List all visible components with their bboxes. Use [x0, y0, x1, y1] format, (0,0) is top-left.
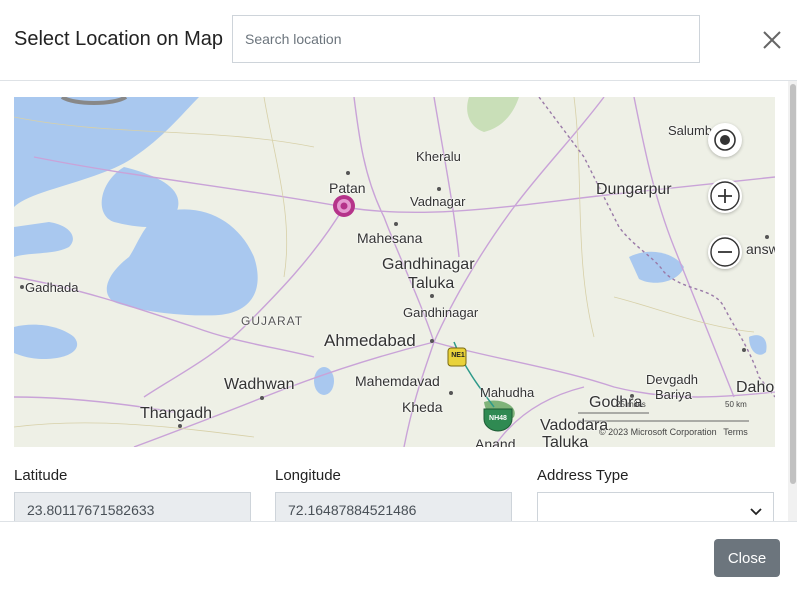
map-label-vadodara-taluka-line1: Vadodara: [540, 417, 609, 434]
map-label-dungarpur: Dungarpur: [596, 181, 672, 198]
map-label-gadhada: Gadhada: [25, 280, 79, 295]
map-label-kheda: Kheda: [402, 399, 443, 415]
modal-header: Select Location on Map: [0, 0, 797, 81]
map-view[interactable]: Salumb Kheralu Patan Vadnagar Dungarpur …: [14, 97, 775, 447]
locate-me-button[interactable]: [708, 123, 742, 157]
map-label-ahmedabad: Ahmedabad: [324, 331, 416, 350]
modal-footer: [0, 521, 797, 591]
scale-km: 50 km: [725, 400, 747, 409]
map-label-gandhinagar-taluka-line2: Taluka: [408, 275, 455, 292]
minus-icon: [710, 237, 740, 267]
latitude-label: Latitude: [14, 467, 68, 484]
map-label-vadnagar: Vadnagar: [410, 194, 466, 209]
map-label-wadhwan: Wadhwan: [224, 376, 295, 393]
zoom-in-button[interactable]: [708, 179, 742, 213]
map-label-patan: Patan: [329, 180, 366, 196]
map-label-dahod: Dahod: [736, 379, 775, 396]
map-label-kheralu: Kheralu: [416, 149, 461, 164]
nh48-shield-label: NH48: [489, 415, 507, 422]
map-label-mahemdavad: Mahemdavad: [355, 373, 440, 389]
map-label-anand: Anand: [475, 436, 516, 447]
map-label-salumbar: Salumb: [668, 123, 713, 138]
map-label-vadodara-taluka-line2: Taluka: [542, 434, 589, 447]
address-type-label: Address Type: [537, 467, 629, 484]
map-copyright: © 2023 Microsoft Corporation Terms: [599, 427, 748, 437]
chevron-down-icon: [750, 508, 762, 516]
close-icon[interactable]: [760, 28, 784, 52]
map-label-thangadh: Thangadh: [140, 405, 213, 422]
map-label-mahesana: Mahesana: [357, 230, 423, 246]
close-button[interactable]: Close: [714, 539, 780, 577]
search-location-input[interactable]: [232, 15, 700, 63]
plus-icon: [710, 181, 740, 211]
scrollbar-thumb[interactable]: [790, 84, 796, 484]
map-label-gujarat: GUJARAT: [241, 314, 304, 328]
map-label-devgadh-bariya-line1: Devgadh: [646, 372, 699, 387]
map-label-gandhinagar-taluka-line1: Gandhinagar: [382, 256, 475, 273]
map-label-banswara: answ: [746, 241, 775, 257]
copyright-text: © 2023 Microsoft Corporation: [599, 427, 717, 437]
locate-icon: [714, 129, 736, 151]
location-pin-icon[interactable]: [332, 194, 356, 218]
terms-link[interactable]: Terms: [723, 427, 748, 437]
map-label-mahudha: Mahudha: [480, 385, 535, 400]
longitude-label: Longitude: [275, 467, 341, 484]
zoom-out-button[interactable]: [708, 235, 742, 269]
map-label-gandhinagar: Gandhinagar: [403, 305, 479, 320]
modal-title: Select Location on Map: [14, 28, 224, 50]
ne1-shield-label: NE1: [451, 352, 465, 359]
map-label-devgadh-bariya-line2: Bariya: [655, 387, 692, 402]
scale-miles: 25 miles: [616, 400, 646, 409]
